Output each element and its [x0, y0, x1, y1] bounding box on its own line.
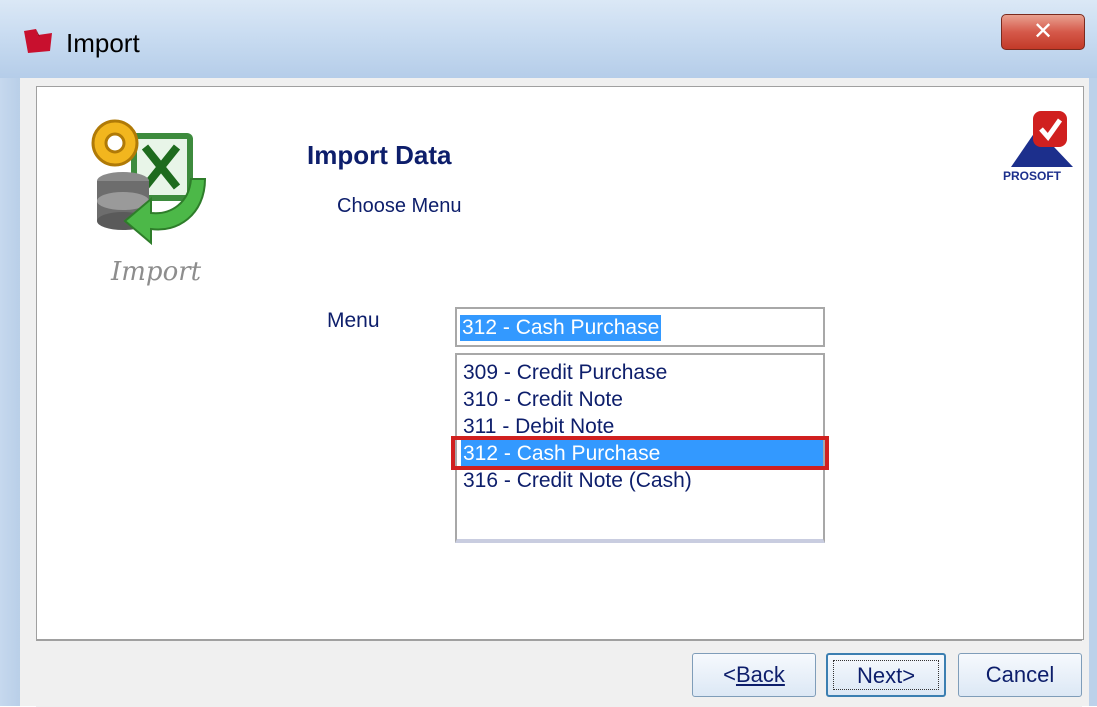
cancel-button-label: Cancel [985, 662, 1055, 687]
back-button-prefix: < [723, 662, 736, 687]
prosoft-logo-icon [1011, 111, 1073, 167]
list-item[interactable]: 316 - Credit Note (Cash) [461, 467, 823, 494]
title-bar: Import ✕ [0, 0, 1097, 79]
window-frame-left [0, 78, 20, 706]
window-frame-right [1089, 78, 1097, 706]
window-title: Import [66, 28, 140, 58]
list-item[interactable]: 309 - Credit Purchase [461, 359, 823, 386]
selection-highlight-box [451, 436, 829, 470]
button-bar: <Back Next> Cancel [36, 640, 1082, 707]
next-button[interactable]: Next> [826, 653, 946, 697]
dialog-body: Import Import Data Choose Menu PROSOFT M… [20, 78, 1089, 707]
app-icon [24, 29, 52, 53]
import-logo-label: Import [111, 257, 202, 287]
back-button-label: Back [735, 662, 785, 687]
menu-combobox[interactable]: 312 - Cash Purchase [455, 307, 825, 347]
menu-label: Menu [327, 309, 380, 332]
page-subtitle: Choose Menu [337, 195, 462, 217]
back-button[interactable]: <Back [692, 653, 816, 697]
prosoft-logo-label: PROSOFT [1003, 169, 1062, 183]
cancel-button[interactable]: Cancel [958, 653, 1082, 697]
close-button[interactable]: ✕ [1001, 14, 1085, 50]
focus-rectangle [833, 660, 939, 690]
list-item[interactable]: 310 - Credit Note [461, 386, 823, 413]
page-title: Import Data [307, 140, 452, 170]
menu-combobox-value[interactable]: 312 - Cash Purchase [460, 315, 662, 341]
wizard-panel: Import Import Data Choose Menu PROSOFT M… [36, 86, 1084, 640]
import-logo-icon [91, 119, 207, 246]
